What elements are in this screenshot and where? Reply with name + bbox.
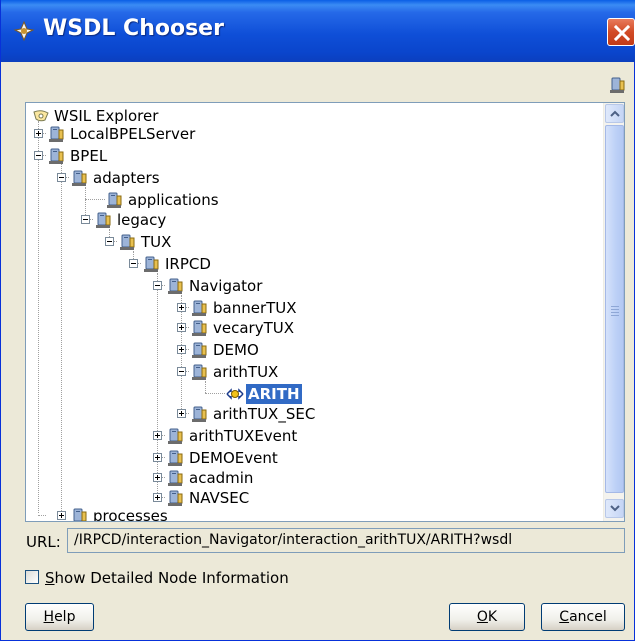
grip-line	[611, 315, 619, 316]
tree-node-label: ARITH	[246, 384, 302, 404]
tree-node-label: processes	[93, 507, 168, 521]
url-label: URL:	[26, 533, 61, 551]
server-icon	[167, 449, 185, 467]
show-detailed-node-checkbox[interactable]	[25, 570, 39, 584]
server-icon	[191, 319, 209, 337]
tree-line	[61, 163, 62, 515]
scroll-thumb[interactable]	[605, 125, 624, 493]
tree-node-label: acadmin	[189, 469, 254, 487]
collapse-toggle[interactable]	[153, 281, 162, 290]
collapse-toggle[interactable]	[34, 151, 43, 160]
tree-node-label: applications	[128, 191, 219, 209]
chevron-down-icon	[610, 505, 620, 512]
expand-toggle[interactable]	[177, 303, 186, 312]
mnemonic-letter: S	[45, 569, 55, 587]
collapse-toggle[interactable]	[177, 367, 186, 376]
collapse-toggle[interactable]	[105, 237, 114, 246]
tree-line	[157, 273, 158, 497]
wsdl-chooser-dialog: WSDL Chooser WSIL Explorer LocalBPELServ…	[0, 0, 635, 641]
wsil-tree[interactable]: WSIL Explorer LocalBPELServer BPEL adapt…	[25, 102, 625, 522]
collapse-toggle[interactable]	[57, 173, 66, 182]
server-icon	[191, 341, 209, 359]
wsil-explorer-icon	[32, 107, 50, 125]
server-icon	[167, 277, 185, 295]
server-icon	[191, 405, 209, 423]
server-icon	[143, 255, 161, 273]
tree-node-label: vecaryTUX	[213, 319, 295, 337]
scroll-down-button[interactable]	[605, 499, 624, 518]
window-title: WSDL Chooser	[43, 16, 224, 41]
tree-node-label: DEMOEvent	[189, 449, 278, 467]
tree-node-label: legacy	[117, 211, 167, 229]
close-button[interactable]	[607, 18, 635, 46]
server-icon	[71, 507, 89, 521]
button-label: K	[487, 609, 498, 625]
server-icon	[167, 489, 185, 507]
wsdl-port-icon	[226, 385, 244, 403]
server-icon	[191, 363, 209, 381]
tree-line	[38, 121, 39, 513]
app-icon	[13, 20, 35, 42]
expand-toggle[interactable]	[153, 473, 162, 482]
tree-node-label: Navigator	[189, 277, 263, 295]
expand-toggle[interactable]	[177, 409, 186, 418]
tree-line	[205, 393, 225, 394]
vertical-scrollbar[interactable]	[603, 103, 624, 521]
server-icon	[71, 169, 89, 187]
collapse-toggle[interactable]	[81, 215, 90, 224]
help-button[interactable]: Help	[25, 603, 94, 631]
server-icon	[48, 125, 66, 143]
grip-line	[611, 306, 619, 307]
url-field[interactable]: /IRPCD/interaction_Navigator/interaction…	[67, 528, 625, 553]
server-icon	[106, 191, 124, 209]
expand-toggle[interactable]	[153, 431, 162, 440]
tree-node-label: LocalBPELServer	[70, 125, 196, 143]
server-icon	[119, 233, 137, 251]
tree-line	[85, 199, 105, 200]
tree-node-label: NAVSEC	[189, 489, 250, 507]
server-icon[interactable]	[609, 76, 627, 94]
tree-viewport: WSIL Explorer LocalBPELServer BPEL adapt…	[26, 103, 603, 521]
server-icon	[191, 299, 209, 317]
label-text: how Detailed Node Information	[54, 569, 289, 587]
ok-button[interactable]: OK	[449, 603, 525, 631]
mnemonic-letter: O	[476, 609, 488, 625]
mnemonic-letter: H	[43, 609, 55, 625]
show-detailed-node-label[interactable]: Show Detailed Node Information	[45, 568, 289, 588]
expand-toggle[interactable]	[177, 345, 186, 354]
tree-node-label: BPEL	[70, 147, 108, 165]
expand-toggle[interactable]	[153, 493, 162, 502]
collapse-toggle[interactable]	[129, 259, 138, 268]
tree-line	[38, 515, 46, 516]
tree-node-label: DEMO	[213, 341, 259, 359]
close-icon	[613, 24, 631, 42]
tree-node-label: arithTUXEvent	[189, 427, 298, 445]
tree-node-label: IRPCD	[165, 255, 211, 273]
button-label: elp	[54, 609, 76, 625]
tree-node-label: arithTUX	[213, 363, 279, 381]
title-bar[interactable]: WSDL Chooser	[1, 0, 635, 62]
tree-node-label: arithTUX_SEC	[213, 405, 316, 423]
grip-line	[611, 309, 619, 310]
server-icon	[48, 147, 66, 165]
tree-line	[205, 381, 206, 393]
server-icon	[95, 211, 113, 229]
tree-node-label: WSIL Explorer	[54, 107, 159, 125]
expand-toggle[interactable]	[177, 323, 186, 332]
cancel-button[interactable]: Cancel	[541, 603, 625, 631]
button-label: ancel	[569, 609, 607, 625]
expand-toggle[interactable]	[57, 511, 66, 520]
scroll-up-button[interactable]	[605, 104, 624, 123]
mnemonic-letter: C	[559, 609, 570, 625]
tree-node-label: bannerTUX	[213, 299, 297, 317]
expand-toggle[interactable]	[153, 453, 162, 462]
chevron-up-icon	[610, 110, 620, 117]
tree-line	[181, 295, 182, 413]
grip-line	[611, 312, 619, 313]
tree-node-label: TUX	[141, 233, 172, 251]
server-icon	[167, 469, 185, 487]
tree-node-label: adapters	[93, 169, 160, 187]
expand-toggle[interactable]	[34, 129, 43, 138]
server-icon	[167, 427, 185, 445]
